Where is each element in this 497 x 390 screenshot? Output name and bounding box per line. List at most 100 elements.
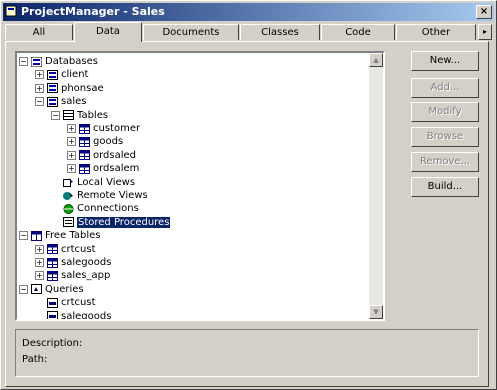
tree-node-label: Databases [45, 56, 98, 67]
description-label: Description: [22, 338, 83, 349]
tree-node-label: salegoods [61, 257, 112, 268]
expand-icon[interactable]: + [35, 70, 44, 80]
tree-node[interactable]: Stored Procedures [51, 216, 171, 229]
query-icon [47, 297, 58, 308]
table-icon [79, 163, 90, 174]
browse-button[interactable]: Browse [411, 127, 479, 147]
tab-scroll-button[interactable]: ▸ [478, 24, 492, 40]
scroll-up-button[interactable]: ▲ [369, 53, 383, 67]
tree-node[interactable]: Local Views [51, 176, 135, 189]
window-title: ProjectManager - Sales [21, 5, 165, 18]
tab-strip: All Data Documents Classes Code Other ▸ [5, 22, 492, 42]
tree-node[interactable]: − Free Tables [19, 229, 100, 242]
expand-icon[interactable]: + [67, 137, 76, 147]
tree-node[interactable]: + salegoods [35, 256, 111, 269]
local-views-icon [63, 178, 73, 188]
table-icon [47, 270, 58, 281]
collapse-icon[interactable]: − [35, 97, 44, 107]
table-icon [79, 123, 90, 134]
tab-data[interactable]: Data [74, 22, 142, 42]
tree-node-label: ordsaled [93, 149, 137, 161]
tab-code[interactable]: Code [321, 24, 395, 40]
tree-node-label: goods [93, 136, 124, 148]
tree-node-label: Free Tables [45, 230, 101, 242]
table-icon [79, 150, 90, 161]
tree-node[interactable]: + phonsae [35, 82, 104, 95]
expand-icon[interactable]: + [35, 258, 44, 267]
tree-node[interactable]: − Tables [51, 109, 108, 122]
tree-node[interactable]: + client [35, 68, 88, 81]
tree-node[interactable]: Remote Views [51, 189, 148, 202]
table-icon [79, 136, 90, 147]
scroll-down-button[interactable]: ▼ [369, 305, 383, 319]
tree-node-label: sales_app [61, 270, 111, 282]
tree-node-label: client [61, 69, 89, 81]
tree-node[interactable]: + goods [67, 135, 123, 148]
add-button[interactable]: Add... [411, 78, 479, 98]
tree-node-label: customer [93, 123, 141, 134]
tree-node-label: sales [61, 96, 87, 108]
tables-icon [63, 110, 74, 121]
tree-node-label: Remote Views [77, 190, 148, 201]
tree-node[interactable]: + crtcust [35, 243, 96, 256]
tree-node-label: Local Views [77, 176, 136, 188]
tree-node-label: salegoods [61, 310, 112, 321]
expand-icon[interactable]: + [67, 164, 76, 174]
tree-node[interactable]: − Databases [19, 55, 98, 68]
expand-icon[interactable]: + [35, 244, 44, 254]
tree-node-label: crtcust [61, 297, 96, 309]
tab-classes[interactable]: Classes [240, 24, 320, 40]
free-tables-icon [31, 230, 42, 241]
project-icon [5, 5, 17, 17]
tab-all[interactable]: All [5, 24, 73, 40]
collapse-icon[interactable]: − [19, 231, 28, 241]
tree-node[interactable]: crtcust [35, 296, 96, 309]
tree-node[interactable]: salegoods [35, 310, 112, 321]
project-tree[interactable]: − Databases + client + phonsae − sales − Tables + c… [15, 51, 385, 321]
tree-node-label: ordsalem [93, 163, 140, 175]
tree-node-label: Queries [45, 283, 84, 295]
collapse-icon[interactable]: − [51, 110, 60, 120]
tree-node-label: crtcust [61, 243, 96, 255]
expand-icon[interactable]: + [35, 83, 44, 93]
info-area: Description: Path: [15, 329, 479, 377]
tree-node-label: phonsae [61, 82, 104, 94]
tree-node-label: Tables [77, 109, 109, 121]
new-button[interactable]: New... [411, 51, 479, 71]
remove-button[interactable]: Remove... [411, 152, 479, 172]
table-icon [47, 244, 58, 255]
database-icon [47, 96, 58, 107]
database-icon [47, 83, 58, 94]
table-icon [47, 257, 58, 268]
remote-views-icon [63, 191, 73, 200]
database-icon [47, 69, 58, 80]
stored-procedures-icon [63, 217, 74, 228]
title-bar[interactable]: ProjectManager - Sales × [3, 3, 494, 21]
project-manager-window: ProjectManager - Sales × All Data Docume… [0, 0, 497, 390]
collapse-icon[interactable]: − [19, 284, 28, 294]
tab-other[interactable]: Other [396, 24, 476, 40]
tree-node[interactable]: + ordsalem [67, 162, 139, 175]
queries-icon [31, 284, 42, 295]
tab-documents[interactable]: Documents [143, 24, 239, 40]
modify-button[interactable]: Modify [411, 102, 479, 122]
expand-icon[interactable]: + [67, 124, 76, 133]
expand-icon[interactable]: + [67, 150, 76, 160]
tree-node[interactable]: − sales [35, 95, 86, 108]
tree-node[interactable]: + customer [67, 122, 140, 135]
tree-node-label: Connections [77, 203, 139, 215]
query-icon [47, 311, 58, 319]
tree-node-label: Stored Procedures [77, 216, 171, 228]
vertical-scrollbar[interactable]: ▲ ▼ [369, 53, 383, 319]
tree-node[interactable]: + sales_app [35, 269, 110, 282]
close-button[interactable]: × [476, 5, 492, 19]
expand-icon[interactable]: + [35, 271, 44, 281]
connections-icon [63, 203, 74, 214]
collapse-icon[interactable]: − [19, 57, 28, 66]
tree-node[interactable]: + ordsaled [67, 149, 136, 162]
build-button[interactable]: Build... [411, 177, 479, 197]
tree-node[interactable]: − Queries [19, 283, 84, 296]
tree-node[interactable]: Connections [51, 202, 139, 215]
databases-icon [31, 56, 42, 67]
path-label: Path: [22, 354, 48, 365]
